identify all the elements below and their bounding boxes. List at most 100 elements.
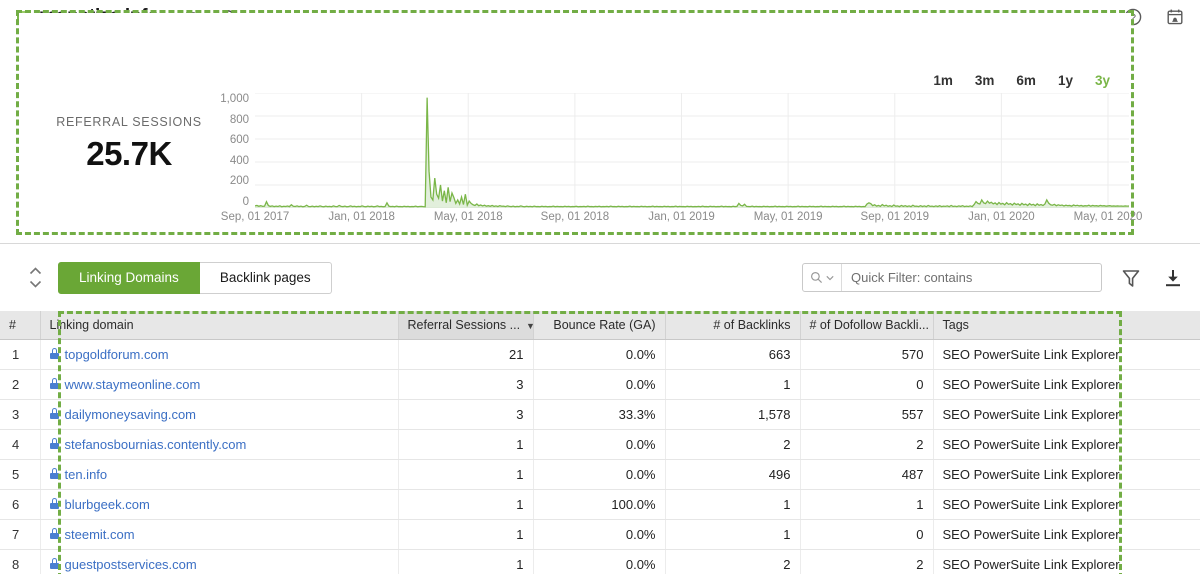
- column-header-of-backlinks[interactable]: # of Backlinks: [665, 311, 801, 340]
- domain-link[interactable]: stefanosbournias.contently.com: [65, 437, 247, 452]
- lock-icon: [49, 528, 59, 539]
- table-row[interactable]: 6 blurbgeek.com 1 100.0% 1 1 SEO PowerSuite Li…: [0, 489, 1200, 520]
- column-header-label: Tags: [942, 317, 969, 332]
- domain-link[interactable]: topgoldforum.com: [65, 347, 169, 362]
- x-tick-label: Sep, 01 2017: [220, 211, 290, 223]
- range-button-6m[interactable]: 6m: [1005, 70, 1047, 91]
- domain-link[interactable]: steemit.com: [65, 527, 135, 542]
- linking-domain-cell[interactable]: dailymoneysaving.com: [40, 399, 399, 430]
- column-header-tags[interactable]: Tags: [933, 311, 1200, 340]
- table-row[interactable]: 1 topgoldforum.com 21 0.0% 663 570 SEO PowerSu…: [0, 339, 1200, 370]
- range-button-3y[interactable]: 3y: [1084, 70, 1121, 91]
- row-index: 1: [0, 339, 41, 370]
- column-header-referral-sessions[interactable]: Referral Sessions ... ▼: [398, 311, 534, 340]
- x-tick-label: Sep, 01 2018: [540, 211, 610, 223]
- tags-cell: SEO PowerSuite Link Explorer: [933, 369, 1200, 400]
- domain-link[interactable]: www.staymeonline.com: [65, 377, 201, 392]
- tab-backlink-pages[interactable]: Backlink pages: [199, 261, 332, 294]
- referral-sessions-cell: 21: [398, 339, 534, 370]
- linking-domain-cell[interactable]: ten.info: [40, 459, 399, 490]
- kpi-label: REFERRAL SESSIONS: [56, 115, 202, 129]
- tags-cell: SEO PowerSuite Link Explorer: [933, 549, 1200, 574]
- lock-icon: [49, 438, 59, 449]
- tags-cell: SEO PowerSuite Link Explorer: [933, 489, 1200, 520]
- bounce-rate-cell: 0.0%: [533, 429, 666, 460]
- y-tick-label: 200: [229, 175, 249, 188]
- table-row[interactable]: 3 dailymoneysaving.com 3 33.3% 1,578 557 SEO P…: [0, 399, 1200, 430]
- table-row[interactable]: 8 guestpostservices.com 1 0.0% 2 2 SEO PowerSu…: [0, 549, 1200, 574]
- bounce-rate-cell: 0.0%: [533, 459, 666, 490]
- dofollow-backlinks-cell: 1: [800, 489, 934, 520]
- bounce-rate-cell: 0.0%: [533, 549, 666, 574]
- column-header-[interactable]: #: [0, 311, 41, 340]
- tags-cell: SEO PowerSuite Link Explorer: [933, 519, 1200, 550]
- quick-filter-box[interactable]: [802, 263, 1102, 292]
- referral-sessions-cell: 1: [398, 549, 534, 574]
- referral-sessions-cell: 1: [398, 429, 534, 460]
- bounce-rate-cell: 0.0%: [533, 339, 666, 370]
- table-row[interactable]: 2 www.staymeonline.com 3 0.0% 1 0 SEO PowerSui…: [0, 369, 1200, 400]
- bounce-rate-cell: 33.3%: [533, 399, 666, 430]
- referral-sessions-chart-panel: REFERRAL SESSIONS 25.7K 1m 3m 6m 1y 3y 1,000…: [19, 13, 1143, 232]
- dofollow-backlinks-cell: 570: [800, 339, 934, 370]
- domain-link[interactable]: ten.info: [65, 467, 108, 482]
- search-icon: [811, 272, 823, 284]
- domain-link[interactable]: dailymoneysaving.com: [65, 407, 197, 422]
- x-tick-label: May, 01 2018: [433, 211, 503, 223]
- referral-sessions-cell: 3: [398, 399, 534, 430]
- domain-link[interactable]: blurbgeek.com: [65, 497, 150, 512]
- row-index: 4: [0, 429, 41, 460]
- data-table: # Linking domain Referral Sessions ... ▼ Bou…: [0, 311, 1200, 574]
- x-tick-label: Jan, 01 2020: [968, 211, 1035, 223]
- referral-sessions-cell: 1: [398, 519, 534, 550]
- linking-domain-cell[interactable]: blurbgeek.com: [40, 489, 399, 520]
- range-button-1m[interactable]: 1m: [922, 70, 964, 91]
- linking-domain-cell[interactable]: www.staymeonline.com: [40, 369, 399, 400]
- column-header-bounce-rate-ga[interactable]: Bounce Rate (GA): [533, 311, 666, 340]
- range-button-1y[interactable]: 1y: [1047, 70, 1084, 91]
- linking-domain-cell[interactable]: steemit.com: [40, 519, 399, 550]
- y-tick-label: 0: [242, 195, 249, 208]
- kpi-block: REFERRAL SESSIONS 25.7K: [39, 115, 219, 173]
- view-tabs: Linking Domains Backlink pages: [58, 261, 332, 294]
- referral-sessions-cell: 1: [398, 459, 534, 490]
- x-tick-label: May, 01 2019: [753, 211, 823, 223]
- linking-domains-table[interactable]: # Linking domain Referral Sessions ... ▼ Bou…: [0, 311, 1200, 574]
- chevron-up-down-icon[interactable]: [22, 261, 48, 295]
- dofollow-backlinks-cell: 2: [800, 429, 934, 460]
- column-header-of-dofollow-backli[interactable]: # of Dofollow Backli...: [800, 311, 934, 340]
- backlinks-count-cell: 663: [665, 339, 801, 370]
- linking-domain-cell[interactable]: guestpostservices.com: [40, 549, 399, 574]
- x-tick-label: Jan, 01 2019: [648, 211, 715, 223]
- x-tick-label: May, 01 2020: [1073, 211, 1143, 223]
- column-header-label: # of Dofollow Backli...: [809, 317, 930, 332]
- table-toolbar: Linking Domains Backlink pages: [0, 243, 1200, 311]
- funnel-filter-icon[interactable]: [1118, 265, 1144, 291]
- quick-filter-input[interactable]: [842, 264, 1101, 291]
- tab-linking-domains[interactable]: Linking Domains: [58, 261, 200, 294]
- kpi-value: 25.7K: [86, 135, 172, 172]
- backlinks-count-cell: 2: [665, 549, 801, 574]
- table-body: 1 topgoldforum.com 21 0.0% 663 570 SEO PowerSu…: [0, 339, 1200, 574]
- dofollow-backlinks-cell: 557: [800, 399, 934, 430]
- table-row[interactable]: 5 ten.info 1 0.0% 496 487 SEO PowerSuite Link …: [0, 459, 1200, 490]
- linking-domain-cell[interactable]: topgoldforum.com: [40, 339, 399, 370]
- table-row[interactable]: 7 steemit.com 1 0.0% 1 0 SEO PowerSuite Link E…: [0, 519, 1200, 550]
- domain-link[interactable]: guestpostservices.com: [65, 557, 197, 572]
- table-row[interactable]: 4 stefanosbournias.contently.com 1 0.0% 2 2 SE…: [0, 429, 1200, 460]
- column-header-linking-domain[interactable]: Linking domain: [40, 311, 399, 340]
- range-button-3m[interactable]: 3m: [964, 70, 1006, 91]
- chart-x-axis: Sep, 01 2017 Jan, 01 2018 May, 01 2018 Sep,…: [221, 211, 1143, 227]
- filter-mode-dropdown[interactable]: [803, 264, 842, 291]
- lock-icon: [49, 348, 59, 359]
- backlinks-count-cell: 1: [665, 489, 801, 520]
- row-index: 6: [0, 489, 41, 520]
- tags-cell: SEO PowerSuite Link Explorer: [933, 399, 1200, 430]
- calendar-alarm-icon[interactable]: [1164, 6, 1186, 28]
- backlinks-count-cell: 1: [665, 369, 801, 400]
- download-icon[interactable]: [1160, 265, 1186, 291]
- y-tick-label: 400: [229, 154, 249, 167]
- bounce-rate-cell: 0.0%: [533, 519, 666, 550]
- linking-domain-cell[interactable]: stefanosbournias.contently.com: [40, 429, 399, 460]
- tags-cell: SEO PowerSuite Link Explorer: [933, 339, 1200, 370]
